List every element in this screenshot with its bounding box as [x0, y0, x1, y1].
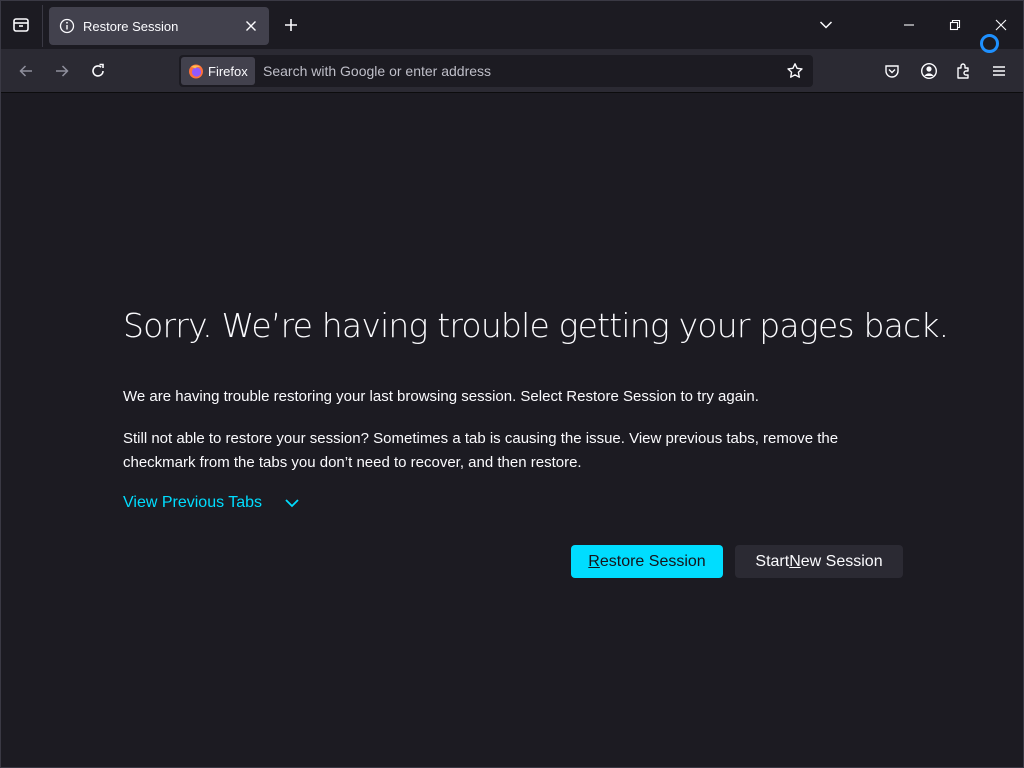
close-icon — [995, 19, 1007, 31]
menu-icon — [992, 64, 1006, 78]
forward-button[interactable] — [50, 59, 74, 83]
page-title: Sorry. We’re having trouble getting your… — [123, 306, 949, 345]
tab-restore-session[interactable]: Restore Session — [49, 7, 269, 45]
chevron-down-icon — [284, 494, 302, 512]
reload-icon — [90, 63, 106, 79]
restore-window-button[interactable] — [943, 13, 967, 37]
identity-box[interactable]: Firefox — [181, 57, 255, 85]
info-icon — [59, 18, 75, 34]
url-input[interactable] — [263, 55, 773, 87]
start-new-session-button[interactable]: Start New Session — [735, 545, 903, 578]
star-icon — [786, 62, 804, 80]
start-new-session-label-prefix: Start — [755, 552, 790, 570]
start-new-session-accesskey: N — [789, 552, 801, 570]
restore-session-button[interactable]: Restore Session — [571, 545, 723, 578]
pocket-icon — [884, 63, 900, 79]
forward-icon — [54, 63, 70, 79]
list-all-tabs-button[interactable] — [814, 13, 838, 37]
pocket-button[interactable] — [880, 59, 904, 83]
view-previous-tabs-toggle[interactable]: View Previous Tabs — [123, 494, 302, 512]
back-icon — [18, 63, 34, 79]
address-bar[interactable]: Firefox — [179, 55, 813, 87]
extensions-button[interactable] — [952, 59, 976, 83]
app-menu-button[interactable] — [987, 59, 1011, 83]
account-icon — [920, 62, 938, 80]
restore-session-label: estore Session — [599, 552, 706, 570]
tab-list-icon — [12, 16, 30, 34]
back-button[interactable] — [14, 59, 38, 83]
chevron-down-icon — [819, 18, 833, 32]
new-tab-button[interactable] — [279, 13, 303, 37]
view-previous-tabs-label: View Previous Tabs — [123, 494, 263, 511]
bookmark-star-button[interactable] — [783, 59, 807, 83]
minimize-button[interactable] — [897, 13, 921, 37]
tab-separator — [42, 5, 43, 47]
reload-button[interactable] — [86, 59, 110, 83]
window-close-button[interactable] — [989, 13, 1013, 37]
minimize-icon — [903, 19, 915, 31]
page-content: Sorry. We’re having trouble getting your… — [1, 94, 1023, 767]
firefox-logo — [188, 63, 204, 79]
plus-icon — [284, 18, 298, 32]
firefox-view-button[interactable] — [9, 13, 33, 37]
title-bar: Restore Session — [1, 1, 1023, 49]
description-paragraph: We are having trouble restoring your las… — [123, 388, 759, 405]
identity-label: Firefox — [208, 63, 248, 79]
start-new-session-label: ew Session — [800, 552, 883, 570]
mouse-cursor-indicator — [980, 34, 999, 53]
tab-title: Restore Session — [83, 18, 179, 34]
extensions-icon — [955, 62, 973, 80]
restore-icon — [949, 19, 961, 31]
account-button[interactable] — [917, 59, 941, 83]
restore-session-accesskey: R — [588, 552, 600, 570]
navigation-toolbar: Firefox — [1, 49, 1023, 93]
close-icon[interactable] — [243, 18, 259, 34]
instruction-paragraph: Still not able to restore your session? … — [123, 430, 839, 471]
